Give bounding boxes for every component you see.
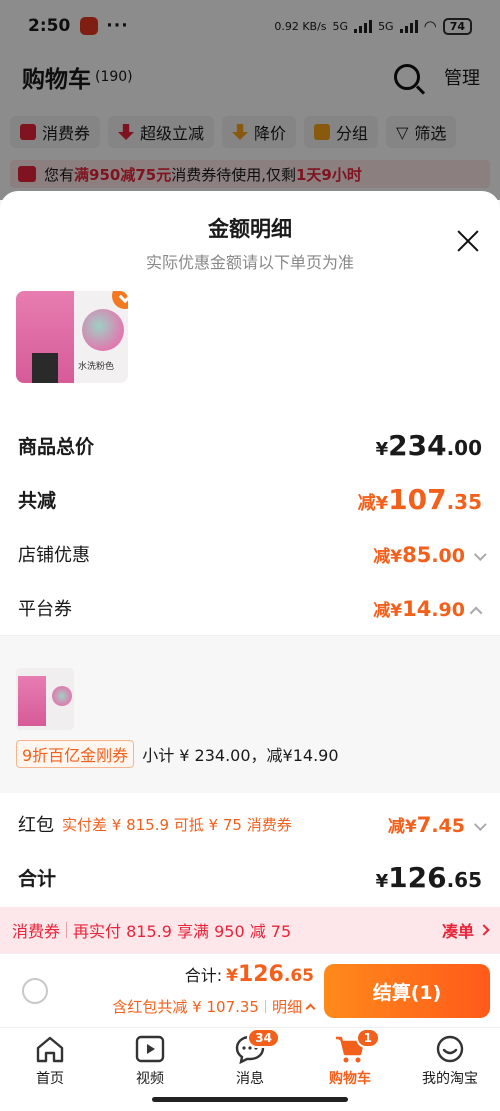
tab-video[interactable]: 视频: [100, 1034, 200, 1088]
coupon-line: 9折百亿金刚券 小计 ¥ 234.00，减¥14.90: [16, 740, 339, 768]
tab-label: 视频: [136, 1071, 164, 1087]
shop-discount-label: 店铺优惠: [18, 545, 90, 566]
row-sum: 合计 ¥ 126 .65: [18, 861, 482, 894]
cart-icon: 1: [334, 1028, 380, 1064]
promo-bar[interactable]: 消费券 再实付 815.9 享满 950 减 75 凑单: [0, 907, 500, 953]
promo-divider: [66, 922, 68, 938]
total-price-label: 商品总价: [18, 436, 95, 458]
checkout-button[interactable]: 结算(1): [324, 964, 490, 1018]
message-icon: 34: [234, 1028, 280, 1065]
amount-dec: .00: [431, 544, 465, 567]
tab-label: 购物车: [329, 1071, 371, 1087]
row-hongbao[interactable]: 红包 实付差 ¥ 815.9 可抵 ¥ 75 消费券 减¥ 7 .45: [18, 811, 487, 837]
amount-int: 85: [402, 542, 432, 567]
detail-label: 明细: [271, 998, 302, 1016]
amount-dec: .45: [431, 814, 465, 837]
chevron-down-icon: [473, 817, 487, 831]
amount-dec: .65: [283, 966, 314, 986]
coupon-detail-panel: 9折百亿金刚券 小计 ¥ 234.00，减¥14.90: [0, 635, 500, 793]
shop-discount-amount: 减¥ 85 .00: [373, 542, 487, 567]
amount-int: 126: [388, 861, 447, 894]
selected-check-icon: [112, 291, 128, 309]
total-reduce-amount: 减¥ 107 .35: [358, 483, 482, 516]
sheet-title: 金额明细: [208, 217, 292, 241]
home-indicator[interactable]: [152, 1097, 348, 1102]
amount-int: 126: [237, 962, 284, 987]
amount-int: 234: [388, 429, 447, 462]
cart-badge: 1: [355, 1028, 380, 1048]
product-small-thumbnail: [16, 668, 74, 730]
hongbao-amount: 减¥ 7 .45: [387, 812, 487, 837]
checkout-total-label: 合计:: [184, 966, 223, 985]
amount-int: 14: [402, 596, 432, 621]
hongbao-label: 红包: [18, 815, 54, 836]
chevron-down-icon: [473, 547, 487, 561]
video-icon: [134, 1034, 166, 1064]
add-items-link[interactable]: 凑单: [441, 918, 490, 942]
row-shop-discount[interactable]: 店铺优惠 减¥ 85 .00: [18, 541, 487, 567]
platform-coupon-label: 平台券: [18, 599, 72, 620]
currency: 减¥: [373, 600, 403, 621]
sum-label: 合计: [18, 868, 57, 890]
tab-messages[interactable]: 34 消息: [200, 1028, 300, 1088]
currency: 减¥: [373, 546, 403, 567]
sum-amount: ¥ 126 .65: [376, 861, 482, 894]
swatch-label: 水洗粉色: [78, 362, 115, 372]
amount-dec: .00: [446, 436, 482, 460]
color-swatch: [82, 309, 124, 351]
checkout-total: 合计: ¥ 126 .65: [185, 962, 314, 987]
message-badge: 34: [247, 1028, 280, 1048]
total-reduce-label: 共减: [18, 490, 57, 512]
amount-dec: .65: [446, 868, 482, 892]
row-platform-coupon[interactable]: 平台券 减¥ 14 .90: [18, 595, 483, 621]
home-icon: [34, 1034, 66, 1064]
hongbao-note: 实付差 ¥ 815.9 可抵 ¥ 75 消费券: [62, 815, 292, 834]
row-total-price: 商品总价 ¥ 234 .00: [18, 429, 482, 462]
row-total-reduce: 共减 减¥ 107 .35: [18, 483, 482, 516]
checkout-bar: 合计: ¥ 126 .65 含红包共减 ¥ 107.35 明细 结算(1): [0, 953, 500, 1027]
modal-overlay[interactable]: [0, 0, 500, 200]
amount-int: 107: [388, 483, 447, 516]
currency: ¥: [375, 439, 389, 460]
swatch-image: [52, 686, 72, 706]
add-items-label: 凑单: [441, 922, 474, 941]
tab-my-taobao[interactable]: 我的淘宝: [400, 1034, 500, 1088]
shirt-image: [18, 676, 46, 726]
checkout-sub[interactable]: 含红包共减 ¥ 107.35 明细: [112, 996, 316, 1017]
divider: [264, 1000, 266, 1013]
platform-coupon-amount: 减¥ 14 .90: [373, 596, 483, 621]
amount-int: 7: [416, 812, 432, 837]
amount-dec: .35: [446, 490, 482, 514]
tab-label: 我的淘宝: [422, 1071, 478, 1087]
product-thumbnail: 水洗粉色: [16, 291, 128, 383]
amount-dec: .90: [431, 598, 465, 621]
close-icon[interactable]: [456, 229, 480, 253]
chevron-right-icon: [478, 924, 490, 936]
tab-cart[interactable]: 1 购物车: [300, 1028, 400, 1088]
sheet-subtitle: 实际优惠金额请以下单页为准: [145, 253, 354, 272]
profile-face-icon: [434, 1034, 466, 1064]
select-all-radio[interactable]: [22, 978, 48, 1004]
amount-detail-sheet: 金额明细 实际优惠金额请以下单页为准 水洗粉色 商品总价 ¥ 234 .00 共…: [0, 191, 500, 1111]
coupon-tag: 9折百亿金刚券: [16, 740, 135, 768]
chevron-up-icon: [305, 1003, 316, 1014]
promo-label: 消费券: [12, 922, 61, 941]
currency: 减¥: [357, 493, 389, 514]
currency: ¥: [226, 966, 238, 986]
checkout-reduce-text: 含红包共减 ¥ 107.35: [112, 998, 259, 1016]
currency: ¥: [375, 871, 389, 892]
product-shirt-image: [16, 291, 74, 383]
coupon-subtotal: 小计 ¥ 234.00，减¥14.90: [142, 746, 339, 765]
tab-label: 首页: [36, 1071, 64, 1087]
promo-text: 再实付 815.9 享满 950 减 75: [73, 922, 292, 941]
total-price-amount: ¥ 234 .00: [376, 429, 482, 462]
chevron-up-icon: [469, 606, 483, 619]
currency: 减¥: [387, 816, 417, 837]
tab-home[interactable]: 首页: [0, 1034, 100, 1088]
tab-label: 消息: [236, 1071, 264, 1087]
